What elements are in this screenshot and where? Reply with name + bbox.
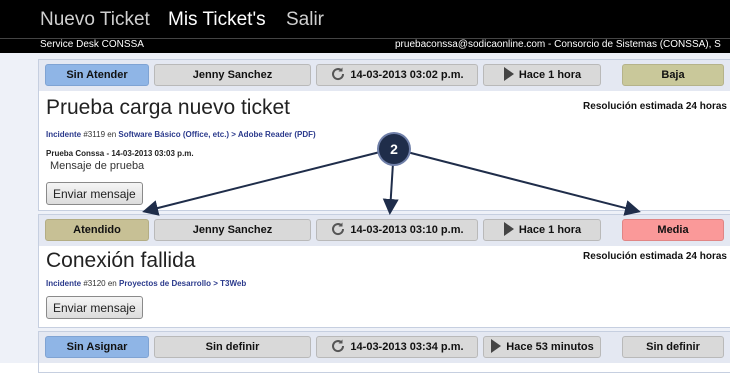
arrow-to-priority: [406, 151, 641, 216]
arrow-to-status: [142, 151, 381, 216]
annotation-arrows: [142, 151, 641, 216]
callout-badge: 2: [379, 134, 409, 164]
arrow-to-date: [382, 162, 399, 215]
